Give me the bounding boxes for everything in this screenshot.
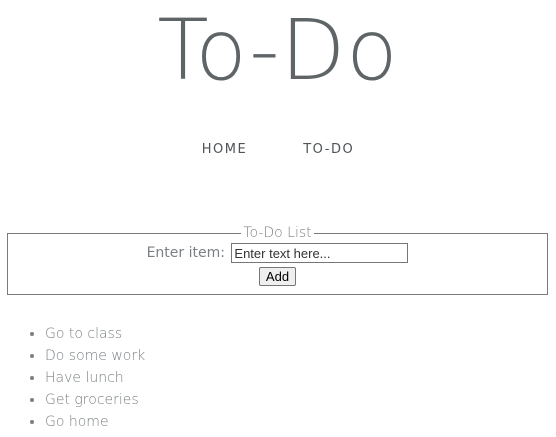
item-label: Enter item: bbox=[146, 245, 225, 261]
item-input[interactable] bbox=[231, 243, 409, 263]
nav-home-link[interactable]: HOME bbox=[202, 142, 247, 157]
button-row: Add bbox=[14, 266, 541, 286]
main-nav: HOME TO-DO bbox=[0, 142, 556, 157]
list-item: Go to class bbox=[45, 323, 145, 345]
todo-form-legend: To-Do List bbox=[243, 225, 312, 241]
list-item: Do some work bbox=[45, 345, 145, 367]
input-row: Enter item: bbox=[14, 243, 541, 263]
todo-form: To-Do List Enter item: Add bbox=[7, 225, 548, 295]
list-item: Get groceries bbox=[45, 389, 145, 411]
todo-list: Go to class Do some work Have lunch Get … bbox=[0, 323, 145, 433]
list-item: Have lunch bbox=[45, 367, 145, 389]
add-button[interactable]: Add bbox=[258, 267, 297, 286]
nav-todo-link[interactable]: TO-DO bbox=[303, 142, 354, 157]
list-item: Go home bbox=[45, 411, 145, 433]
page-title: To-Do bbox=[157, 1, 399, 99]
